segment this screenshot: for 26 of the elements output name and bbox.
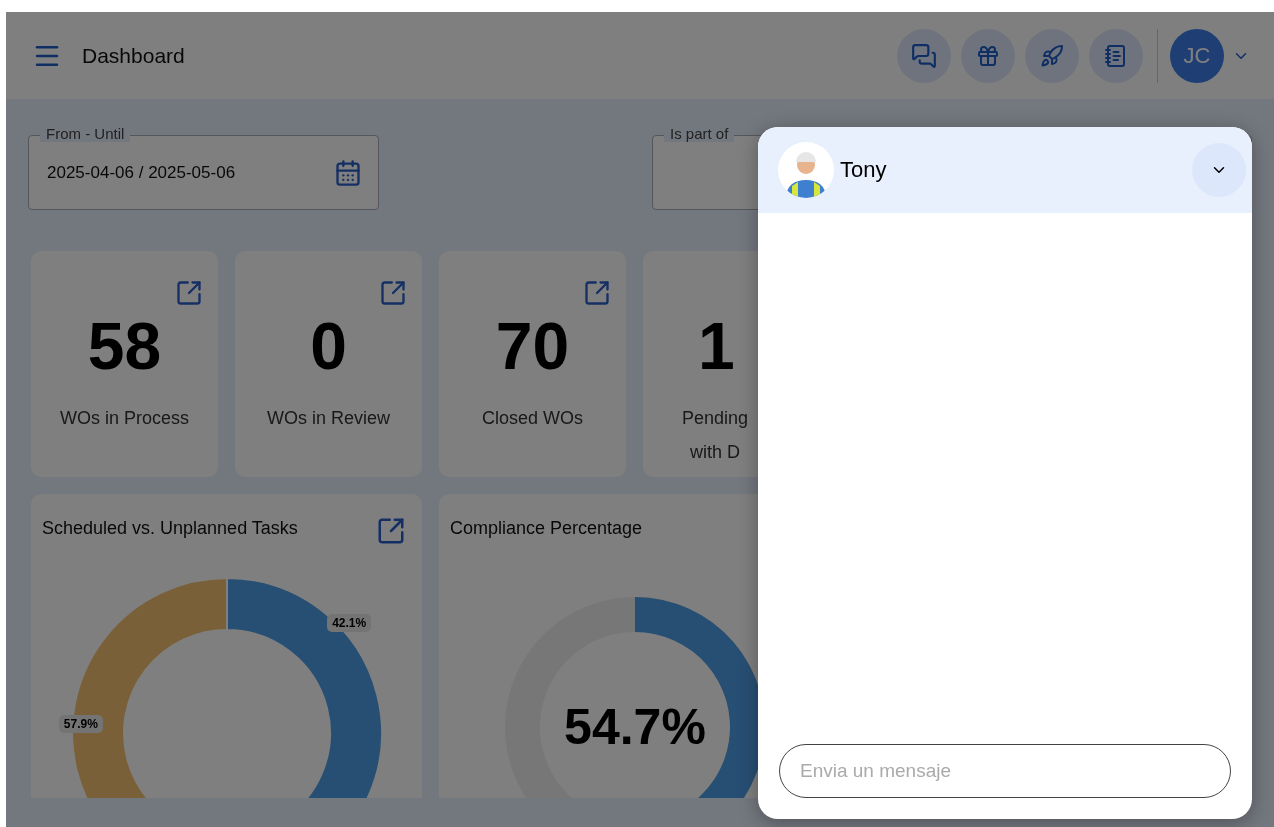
external-link-icon[interactable]: [376, 516, 406, 546]
stat-label: Closed WOs: [482, 407, 583, 430]
gauge-value: 54.7%: [564, 698, 706, 756]
stat-value: 0: [310, 313, 347, 379]
message-input[interactable]: Envia un mensaje: [779, 744, 1231, 798]
stat-label: WOs in Process: [60, 407, 189, 430]
page-title: Dashboard: [82, 43, 186, 68]
stat-label: WOs in Review: [267, 407, 390, 430]
stat-value: 58: [87, 313, 162, 379]
stat-value: 70: [495, 313, 570, 379]
user-avatar[interactable]: JC: [1170, 28, 1224, 83]
value-label: 57.9%: [58, 714, 103, 733]
bot-avatar: [778, 142, 834, 198]
value-label: 42.1%: [327, 614, 372, 633]
stat-value: 1: [698, 313, 735, 379]
external-link-icon[interactable]: [175, 279, 203, 307]
stat-label: Pending with D: [681, 407, 749, 464]
calendar-icon[interactable]: [334, 158, 362, 187]
field-label: Is part of: [664, 125, 735, 142]
chart-title: Compliance Percentage: [450, 518, 643, 539]
field-value: 2025-04-06 / 2025-05-06: [47, 162, 236, 183]
field-label: From - Until: [40, 125, 131, 142]
chart-title: Scheduled vs. Unplanned Tasks: [42, 518, 298, 539]
chat-name: Tony: [840, 157, 888, 183]
external-link-icon[interactable]: [379, 279, 407, 307]
external-link-icon[interactable]: [583, 279, 611, 307]
